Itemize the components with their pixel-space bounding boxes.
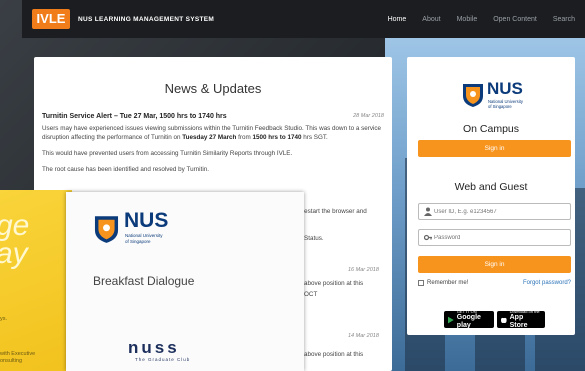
- brochure-snippet: with Executive: [0, 351, 36, 357]
- nuss-tagline: The Graduate Club: [135, 357, 191, 362]
- key-icon: [424, 234, 432, 241]
- sign-in-campus-button[interactable]: Sign in: [418, 140, 571, 157]
- nus-crest-icon: [94, 216, 119, 243]
- news-fragment: restart the browser and: [302, 208, 367, 215]
- password-field[interactable]: [418, 229, 571, 246]
- remember-me[interactable]: Remember me!: [418, 280, 468, 286]
- nus-logo-text: NUS: [487, 79, 523, 98]
- remember-checkbox[interactable]: [418, 280, 424, 286]
- news-paragraph: This would have prevented users from acc…: [42, 150, 293, 157]
- user-icon: [424, 207, 432, 216]
- nuss-logo: nuss: [128, 338, 180, 357]
- app-store-badge[interactable]: Download on the App Store: [497, 309, 545, 329]
- nav-mobile[interactable]: Mobile: [457, 16, 478, 23]
- top-bar: IVLE NUS LEARNING MANAGEMENT SYSTEM Home…: [22, 0, 585, 38]
- google-play-badge[interactable]: GET IT ON Google play: [444, 309, 494, 329]
- news-fragment: above position at this: [304, 351, 364, 358]
- brochure-nus-subtitle: National University of Singapore: [125, 233, 163, 244]
- forgot-password-link[interactable]: Forgot password?: [523, 280, 571, 286]
- news-date: 16 Mar 2018: [348, 267, 379, 273]
- news-date: 28 Mar 2018: [353, 113, 384, 119]
- main-nav: Home About Mobile Open Content Search: [388, 0, 575, 38]
- nus-logo-subtitle: National University of Singapore: [488, 99, 523, 109]
- nav-search[interactable]: Search: [553, 16, 575, 23]
- news-date: 14 Mar 2018: [348, 333, 379, 339]
- news-link[interactable]: OCT: [304, 291, 317, 298]
- news-headline[interactable]: Turnitin Service Alert – Tue 27 Mar, 150…: [42, 113, 384, 120]
- login-panel: NUS National University of Singapore On C…: [407, 57, 575, 335]
- play-icon: [448, 316, 454, 323]
- nav-about[interactable]: About: [422, 16, 440, 23]
- password-input[interactable]: [434, 232, 568, 243]
- brochure-title: Breakfast Dialogue: [93, 274, 195, 288]
- nav-home[interactable]: Home: [388, 16, 407, 23]
- web-guest-heading: Web and Guest: [454, 181, 528, 193]
- status-link[interactable]: Status.: [304, 235, 324, 242]
- user-id-field[interactable]: [418, 203, 571, 220]
- nus-crest-icon: [463, 84, 483, 107]
- apple-icon: [501, 317, 507, 323]
- brochure-snippet: ys.: [0, 316, 8, 322]
- user-id-input[interactable]: [434, 206, 568, 217]
- sign-in-guest-button[interactable]: Sign in: [418, 256, 571, 273]
- brochure-nus-logo: NUS: [124, 209, 169, 232]
- remember-label: Remember me!: [427, 280, 469, 286]
- on-campus-heading: On Campus: [462, 123, 520, 135]
- nav-open-content[interactable]: Open Content: [493, 16, 537, 23]
- system-name: NUS LEARNING MANAGEMENT SYSTEM: [78, 15, 215, 23]
- news-paragraph: The root cause has been identified and r…: [42, 166, 209, 173]
- brochure-card: NUS National University of Singapore Brea…: [66, 192, 304, 371]
- news-fragment: above position at this: [304, 280, 364, 287]
- brochure-snippet: onsulting: [0, 358, 23, 364]
- news-title: News & Updates: [164, 81, 262, 96]
- brochure-big-text: geay: [0, 209, 30, 270]
- brochure-left-page: geay ys. with Executive onsulting: [0, 190, 72, 371]
- news-item: Turnitin Service Alert – Tue 27 Mar, 150…: [42, 113, 384, 174]
- news-paragraph: Users may have experienced issues viewin…: [42, 125, 382, 141]
- ivle-logo[interactable]: IVLE: [32, 9, 70, 29]
